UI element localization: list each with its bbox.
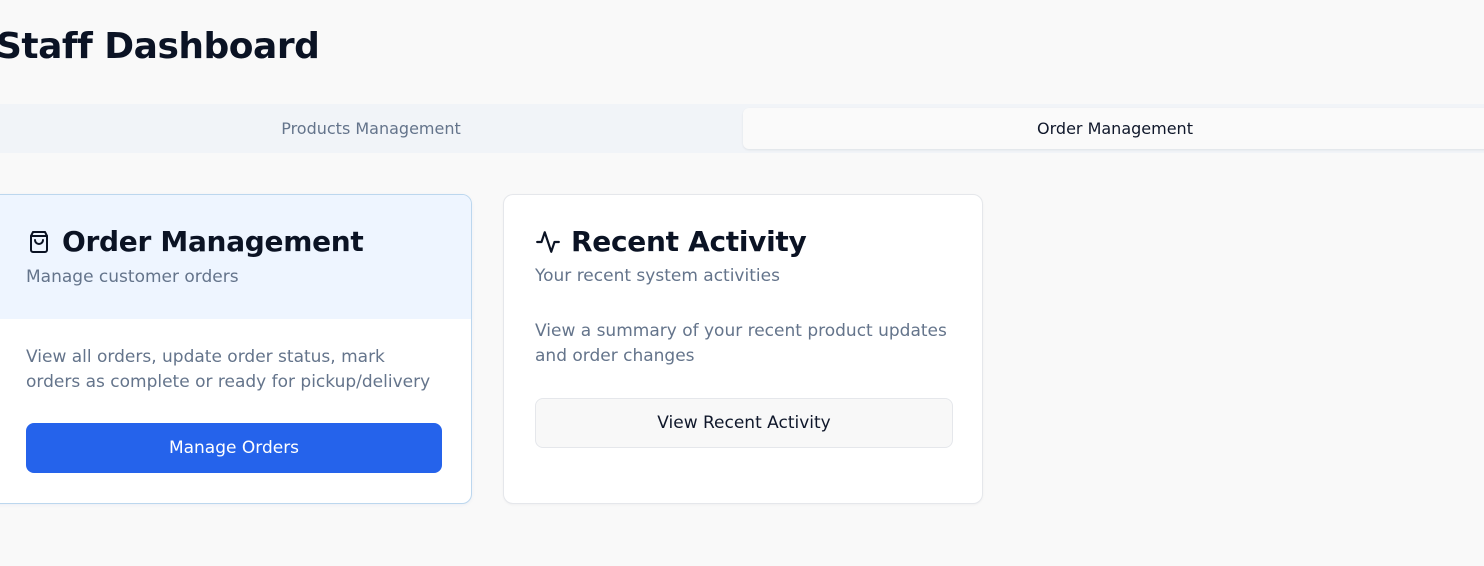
page-title: Staff Dashboard	[0, 26, 320, 67]
manage-orders-button[interactable]: Manage Orders	[26, 423, 442, 473]
card-description: View a summary of your recent product up…	[535, 321, 947, 366]
card-title-row: Recent Activity	[535, 225, 807, 258]
view-recent-activity-button[interactable]: View Recent Activity	[535, 398, 953, 448]
card-title: Order Management	[62, 225, 364, 258]
tab-list: Products Management Order Management	[0, 104, 1484, 153]
card-title-row: Order Management	[26, 225, 364, 258]
tab-products-management[interactable]: Products Management	[0, 108, 742, 149]
card-subtitle: Your recent system activities	[535, 266, 780, 286]
card-description: View all orders, update order status, ma…	[26, 347, 431, 392]
tab-order-management[interactable]: Order Management	[743, 108, 1484, 149]
order-management-card: Order Management Manage customer orders …	[0, 194, 472, 504]
card-title: Recent Activity	[571, 225, 807, 258]
activity-pulse-icon	[535, 229, 561, 255]
recent-activity-card: Recent Activity Your recent system activ…	[503, 194, 983, 504]
tab-label: Order Management	[1037, 119, 1193, 138]
card-subtitle: Manage customer orders	[26, 267, 239, 287]
tab-label: Products Management	[281, 119, 461, 138]
shopping-bag-icon	[26, 229, 52, 255]
